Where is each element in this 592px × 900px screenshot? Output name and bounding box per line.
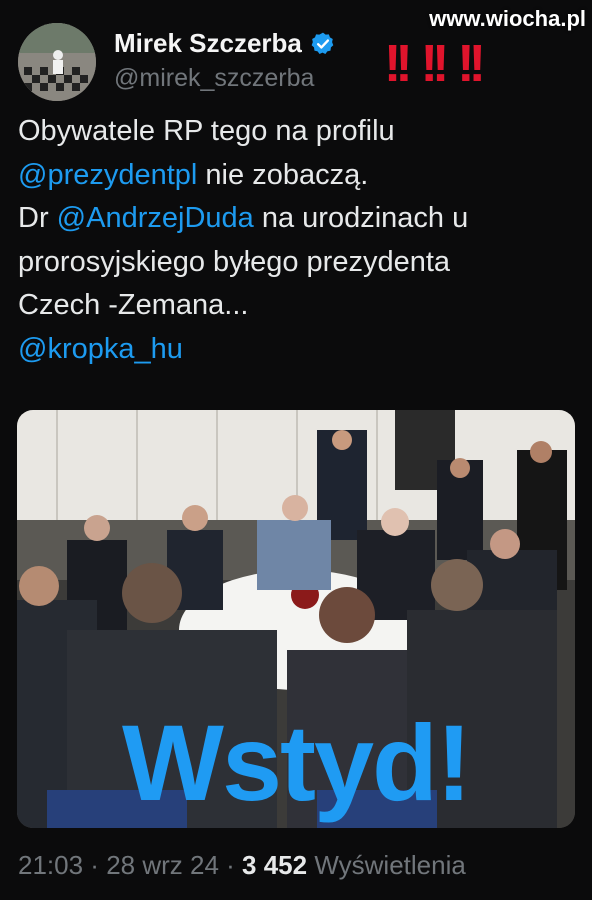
views-label: Wyświetlenia <box>307 850 466 880</box>
tweet-text-segment: Czech -Zemana... <box>18 289 249 321</box>
tweet-date[interactable]: 28 wrz 24 <box>106 850 219 880</box>
exclamation-group: !! <box>457 35 486 93</box>
tweet-line: Dr @AndrzejDuda na urodzinach u <box>18 197 578 241</box>
meta-separator: · <box>83 850 107 880</box>
tweet-text-segment: Obywatele RP tego na profilu <box>18 115 395 147</box>
tweet-line: Obywatele RP tego na profilu <box>18 110 578 154</box>
meta-separator: · <box>218 850 243 880</box>
overlay-caption: Wstyd! <box>122 702 472 823</box>
avatar[interactable] <box>18 23 96 101</box>
tweet-text-segment: na urodzinach u <box>253 202 469 234</box>
tweet-text-segment: prorosyjskiego byłego prezydenta <box>18 245 451 278</box>
mention-link-kropka-hu[interactable]: @kropka_hu <box>18 333 183 365</box>
tweet-meta: 21:03 · 28 wrz 24 · 3 452 Wyświetlenia <box>18 850 466 881</box>
watermark-text: www.wiocha.pl <box>429 6 586 31</box>
tweet-line: @prezydentpl nie zobaczą. <box>18 154 578 198</box>
tweet-text-segment: Dr <box>18 202 57 234</box>
author-name-row[interactable]: Mirek Szczerba <box>114 28 336 59</box>
verified-badge-icon <box>311 32 334 54</box>
tweet-header: Mirek Szczerba @mirek_szczerba <box>18 20 578 101</box>
tweet-line: Czech -Zemana... <box>18 284 578 328</box>
exclamation-marks: !! !! !! <box>384 35 486 93</box>
author-handle[interactable]: @mirek_szczerba <box>114 64 314 93</box>
exclamation-group: !! <box>420 35 450 93</box>
views-count: 3 452 <box>242 850 308 880</box>
author-name[interactable]: Mirek Szczerba <box>114 28 302 59</box>
tweet-time[interactable]: 21:03 <box>18 850 83 880</box>
mention-link-andrzejduda[interactable]: @AndrzejDuda <box>57 202 254 234</box>
tweet-line: prorosyjskiego byłego prezydenta <box>18 241 578 285</box>
tweet-text-segment: nie zobaczą. <box>197 158 369 191</box>
mention-link-prezydentpl[interactable]: @prezydentpl <box>18 159 197 191</box>
tweet-body: Obywatele RP tego na profilu @prezydentp… <box>18 110 578 371</box>
tweet-line: @kropka_hu <box>18 328 578 372</box>
exclamation-group: !! <box>384 35 413 93</box>
